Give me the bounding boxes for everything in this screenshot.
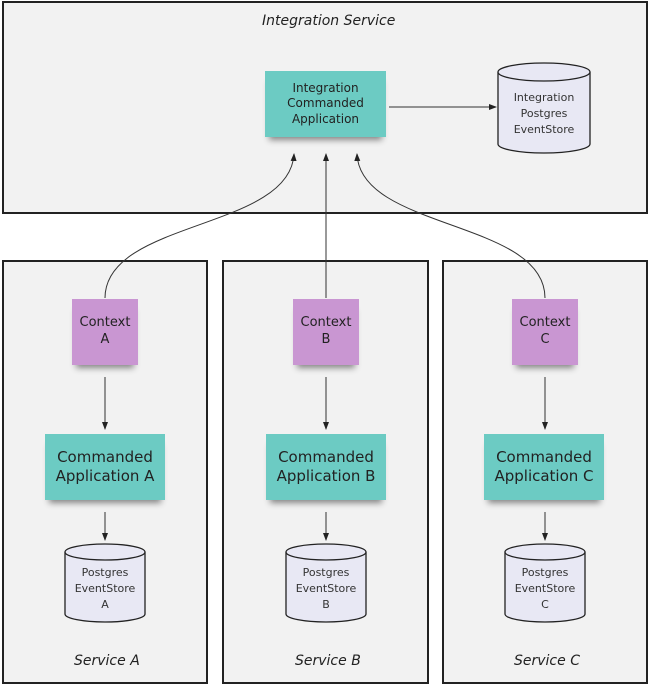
app-a-label-line: Commanded bbox=[57, 447, 153, 466]
integration-store-label-line: Integration bbox=[513, 91, 575, 104]
store-a-label-line: A bbox=[101, 597, 109, 611]
context-a-label-line: Context bbox=[79, 315, 131, 331]
eventstore-c-label: Postgres EventStore C bbox=[505, 565, 585, 613]
store-c-label-line: C bbox=[541, 597, 549, 611]
context-b-label-line: Context bbox=[300, 315, 352, 331]
store-b-label-line: EventStore bbox=[295, 581, 357, 595]
integration-eventstore-label: Integration Postgres EventStore bbox=[498, 90, 590, 138]
context-c-label-line: C bbox=[540, 332, 550, 347]
commanded-application-c[interactable]: Commanded Application C bbox=[484, 434, 604, 500]
app-b-label-line: Application B bbox=[276, 467, 376, 485]
integration-app-label-line: Application bbox=[291, 111, 360, 126]
eventstore-a-label: Postgres EventStore A bbox=[65, 565, 145, 613]
context-c[interactable]: Context C bbox=[512, 299, 578, 365]
integration-app-label-line: Integration bbox=[292, 80, 359, 95]
store-b-label-line: B bbox=[322, 597, 330, 611]
context-a[interactable]: Context A bbox=[72, 299, 138, 365]
eventstore-b-label: Postgres EventStore B bbox=[286, 565, 366, 613]
store-c-label-line: EventStore bbox=[514, 581, 576, 595]
app-a-label-line: Application A bbox=[55, 467, 155, 485]
context-a-label-line: A bbox=[100, 332, 110, 347]
service-b-title: Service B bbox=[295, 653, 361, 669]
store-a-label-line: Postgres bbox=[81, 566, 129, 579]
integration-app-label-line: Commanded bbox=[287, 96, 364, 111]
context-b-label-line: B bbox=[321, 332, 331, 347]
context-b[interactable]: Context B bbox=[293, 299, 359, 365]
app-c-label-line: Application C bbox=[494, 467, 594, 485]
integration-service-title: Integration Service bbox=[262, 13, 396, 29]
service-c-title: Service C bbox=[514, 653, 580, 669]
service-a-title: Service A bbox=[74, 653, 140, 669]
commanded-application-b[interactable]: Commanded Application B bbox=[266, 434, 386, 500]
store-a-label-line: EventStore bbox=[74, 581, 136, 595]
commanded-application-a[interactable]: Commanded Application A bbox=[45, 434, 165, 500]
store-b-label-line: Postgres bbox=[302, 566, 350, 579]
app-b-label-line: Commanded bbox=[278, 447, 374, 466]
app-c-label-line: Commanded bbox=[496, 447, 592, 466]
store-c-label-line: Postgres bbox=[521, 566, 569, 579]
integration-commanded-application[interactable]: Integration Commanded Application bbox=[265, 71, 386, 137]
integration-store-label-line: EventStore bbox=[513, 122, 575, 136]
integration-store-label-line: Postgres bbox=[520, 106, 568, 120]
context-c-label-line: Context bbox=[519, 315, 571, 331]
